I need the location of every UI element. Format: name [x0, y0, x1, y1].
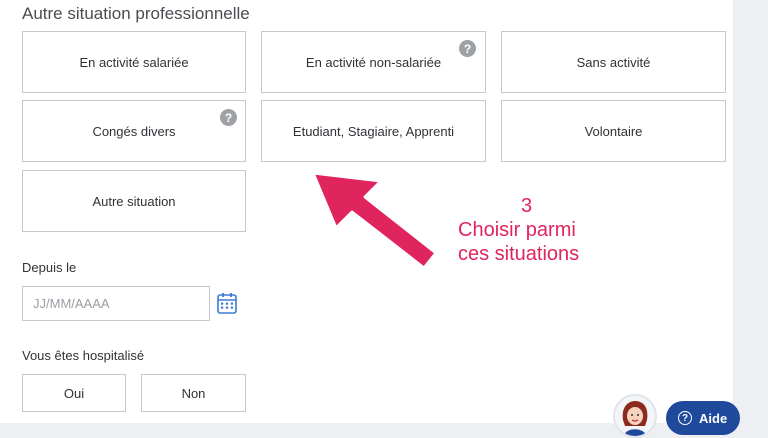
assistant-avatar[interactable]	[613, 394, 657, 438]
annotation-number: 3	[521, 195, 533, 217]
annotation-line2: ces situations	[458, 243, 580, 265]
annotation-arrow	[311, 171, 438, 270]
aide-label: Aide	[699, 410, 728, 426]
annotation-line1: Choisir parmi	[458, 219, 576, 241]
avatar-icon	[615, 396, 655, 436]
annotation-text: 3 Choisir parmi ces situations	[458, 194, 579, 266]
aide-button[interactable]: ? Aide	[666, 401, 740, 435]
